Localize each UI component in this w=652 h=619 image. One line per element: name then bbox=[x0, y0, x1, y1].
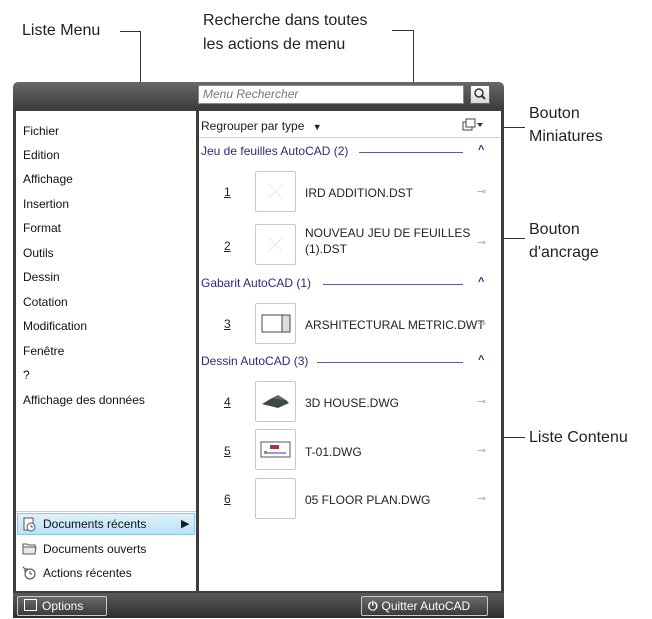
collapse-group-icon[interactable]: ^ bbox=[478, 144, 484, 156]
thumbnails-icon bbox=[462, 118, 483, 131]
group-rule bbox=[323, 284, 463, 285]
divider bbox=[16, 511, 196, 512]
menu-body: Fichier Edition Affichage Insertion Form… bbox=[13, 108, 504, 593]
group-header-dessin: Dessin AutoCAD (3) bbox=[201, 354, 309, 368]
collapse-group-icon[interactable]: ^ bbox=[478, 354, 484, 366]
menu-list: Fichier Edition Affichage Insertion Form… bbox=[16, 111, 196, 591]
file-thumbnail bbox=[255, 171, 296, 212]
drawing-thumbnail-icon bbox=[260, 441, 291, 458]
thumbnails-button[interactable] bbox=[462, 117, 484, 133]
separator-line bbox=[199, 137, 501, 138]
power-icon: ⏻ bbox=[368, 599, 378, 613]
menu-item-dessin[interactable]: Dessin bbox=[23, 270, 60, 284]
recent-documents-label: Documents récents bbox=[43, 517, 147, 531]
file-name-line1[interactable]: NOUVEAU JEU DE FEUILLES bbox=[305, 225, 470, 241]
file-thumbnail bbox=[255, 224, 296, 265]
menu-item-insertion[interactable]: Insertion bbox=[23, 197, 69, 211]
menu-item-aide[interactable]: ? bbox=[23, 368, 30, 382]
options-icon bbox=[24, 599, 37, 611]
pin-icon[interactable]: ⊸ bbox=[477, 444, 486, 457]
submenu-arrow-icon: ▶ bbox=[181, 518, 190, 530]
sheet-set-thumbnail-icon bbox=[267, 236, 284, 253]
menu-top-bar: Menu Rechercher bbox=[13, 82, 504, 108]
folder-icon bbox=[22, 543, 37, 555]
recent-actions-item[interactable]: Actions récentes bbox=[43, 566, 132, 580]
file-number: 3 bbox=[224, 317, 231, 331]
house-thumbnail-icon bbox=[262, 395, 289, 408]
file-number: 1 bbox=[224, 185, 231, 199]
file-thumbnail bbox=[255, 429, 296, 470]
recent-actions-icon bbox=[22, 566, 36, 580]
callout-recherche-l2: les actions de menu bbox=[203, 36, 346, 53]
quit-autocad-button[interactable]: ⏻ Quitter AutoCAD bbox=[361, 596, 488, 616]
menu-bottom-bar: Options ⏻ Quitter AutoCAD bbox=[13, 593, 504, 618]
menu-item-outils[interactable]: Outils bbox=[23, 246, 54, 260]
template-thumbnail-icon bbox=[261, 314, 291, 333]
collapse-group-icon[interactable]: ^ bbox=[478, 276, 484, 288]
file-name[interactable]: 05 FLOOR PLAN.DWG bbox=[305, 492, 430, 508]
file-thumbnail bbox=[255, 478, 296, 519]
pin-icon[interactable]: ⊸ bbox=[477, 185, 486, 198]
file-name-line2[interactable]: (1).DST bbox=[305, 241, 347, 257]
callout-miniatures-l1: Bouton bbox=[529, 105, 580, 122]
search-input[interactable]: Menu Rechercher bbox=[198, 85, 464, 104]
group-header-gabarit: Gabarit AutoCAD (1) bbox=[201, 276, 312, 290]
application-menu: Menu Rechercher Fichier Edition Affichag… bbox=[13, 82, 504, 618]
callout-ancrage-l2: d'ancrage bbox=[529, 244, 599, 261]
menu-item-edition[interactable]: Edition bbox=[23, 148, 60, 162]
callout-liste-contenu: Liste Contenu bbox=[529, 429, 628, 446]
leader-line bbox=[392, 30, 413, 31]
group-rule bbox=[359, 152, 463, 153]
file-number: 4 bbox=[224, 395, 231, 409]
content-list: Regrouper par type ▼ Jeu de feuilles Aut… bbox=[199, 111, 501, 591]
menu-item-cotation[interactable]: Cotation bbox=[23, 295, 68, 309]
callout-liste-menu: Liste Menu bbox=[22, 22, 101, 39]
open-documents-item[interactable]: Documents ouverts bbox=[43, 542, 146, 556]
leader-line bbox=[120, 31, 140, 32]
recent-documents-icon bbox=[23, 517, 36, 532]
callout-recherche-l1: Recherche dans toutes bbox=[203, 12, 368, 29]
search-icon bbox=[474, 88, 486, 100]
callout-miniatures-l2: Miniatures bbox=[529, 128, 603, 145]
menu-item-modification[interactable]: Modification bbox=[23, 319, 87, 333]
menu-item-affichage-donnees[interactable]: Affichage des données bbox=[23, 393, 145, 407]
menu-item-fenetre[interactable]: Fenêtre bbox=[23, 344, 64, 358]
file-number: 5 bbox=[224, 444, 231, 458]
sheet-set-thumbnail-icon bbox=[267, 183, 284, 200]
menu-item-fichier[interactable]: Fichier bbox=[23, 124, 59, 138]
file-thumbnail bbox=[255, 381, 296, 422]
file-name[interactable]: 3D HOUSE.DWG bbox=[305, 395, 399, 411]
pin-icon[interactable]: ⊸ bbox=[477, 317, 486, 330]
pin-icon[interactable]: ⊸ bbox=[477, 236, 486, 249]
dropdown-arrow-icon: ▼ bbox=[312, 122, 322, 132]
search-button[interactable] bbox=[470, 85, 490, 104]
file-name[interactable]: IRD ADDITION.DST bbox=[305, 185, 413, 201]
file-name[interactable]: ARSHITECTURAL METRIC.DWT bbox=[305, 317, 485, 333]
file-number: 2 bbox=[224, 239, 231, 253]
callout-ancrage-l1: Bouton bbox=[529, 221, 580, 238]
group-header-feuilles: Jeu de feuilles AutoCAD (2) bbox=[201, 144, 349, 158]
menu-item-format[interactable]: Format bbox=[23, 221, 61, 235]
group-by-label: Regrouper par type bbox=[201, 119, 305, 133]
menu-item-affichage[interactable]: Affichage bbox=[23, 172, 73, 186]
pin-icon[interactable]: ⊸ bbox=[477, 395, 486, 408]
options-button[interactable]: Options bbox=[17, 596, 107, 616]
file-number: 6 bbox=[224, 492, 231, 506]
quit-label: Quitter AutoCAD bbox=[381, 599, 471, 613]
pin-icon[interactable]: ⊸ bbox=[477, 492, 486, 505]
group-rule bbox=[317, 362, 463, 363]
options-label: Options bbox=[42, 599, 84, 613]
file-name[interactable]: T-01.DWG bbox=[305, 444, 362, 460]
file-thumbnail bbox=[255, 303, 296, 344]
group-by-dropdown[interactable]: Regrouper par type ▼ bbox=[201, 119, 322, 133]
